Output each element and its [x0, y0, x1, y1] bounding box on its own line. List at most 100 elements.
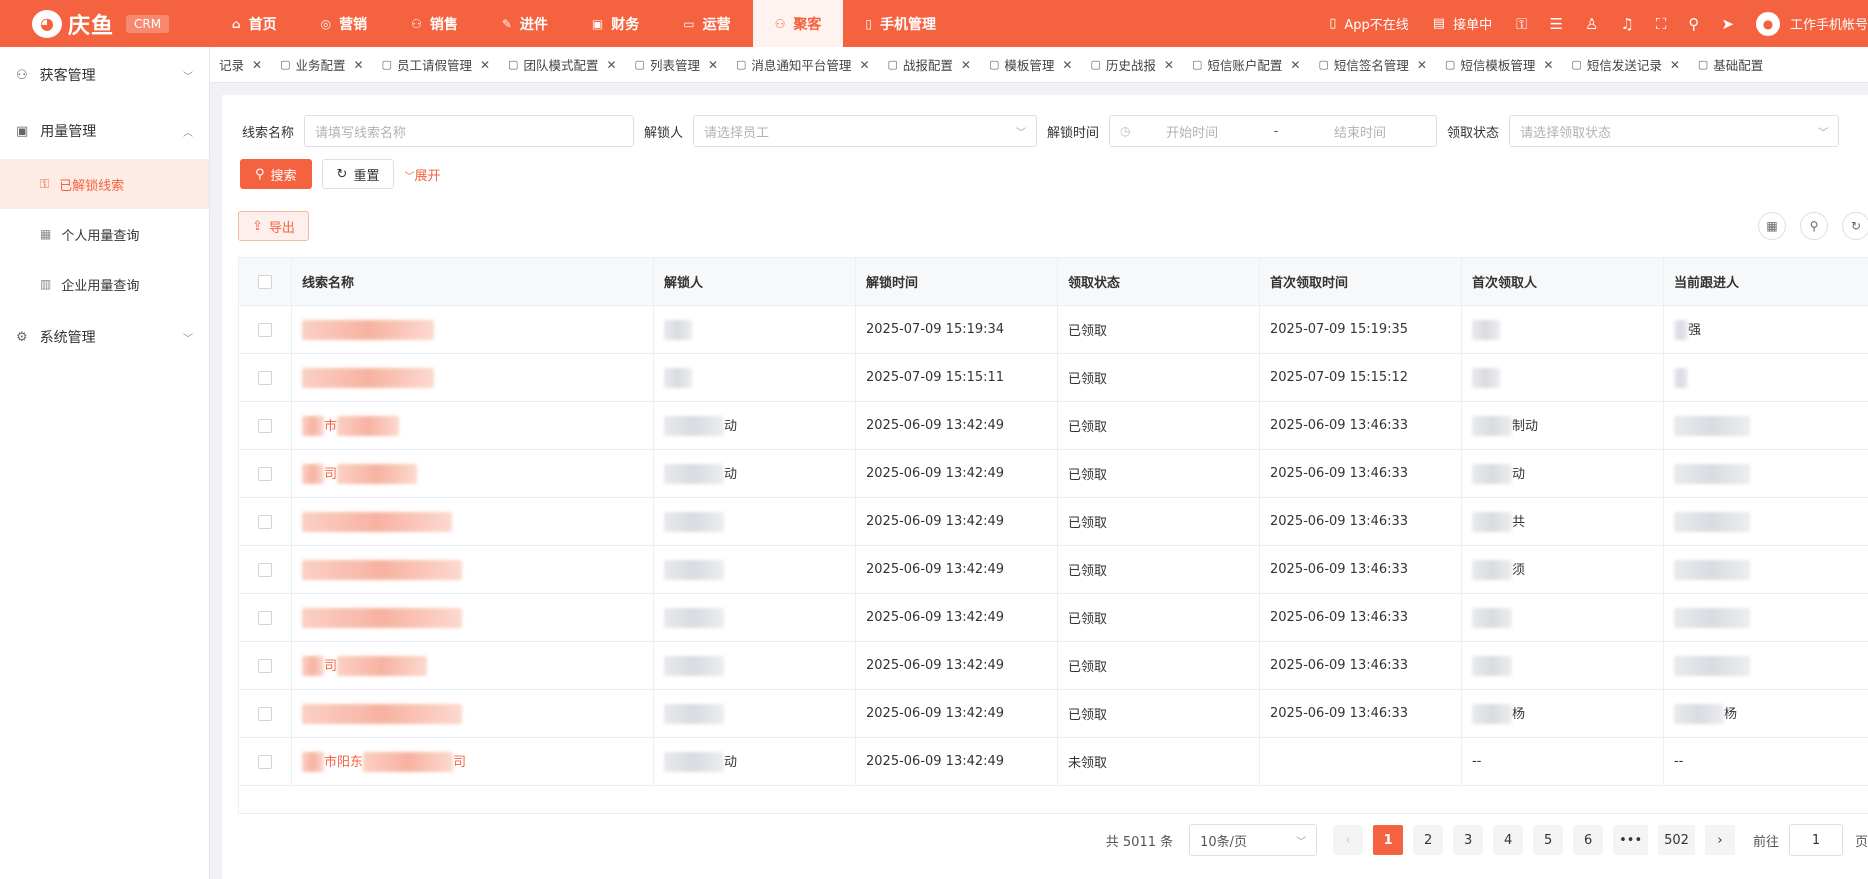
table-row[interactable]: 市阳东 司 动 2025-06-09 13:42:49 未领取 -- -- — [238, 737, 1868, 786]
row-checkbox[interactable] — [238, 353, 292, 402]
lead-name-cell[interactable]: 司 — [291, 449, 654, 498]
lead-name-cell[interactable]: 市阳东 司 — [291, 737, 654, 786]
page-button[interactable]: 2 — [1413, 825, 1444, 855]
close-icon[interactable]: ✕ — [1670, 58, 1680, 72]
close-icon[interactable]: ✕ — [354, 58, 364, 72]
row-checkbox[interactable] — [238, 449, 292, 498]
goto-page-input[interactable]: 1 — [1788, 824, 1843, 856]
claim-status-select[interactable]: 请选择领取状态 ﹀ — [1509, 115, 1840, 147]
page-button[interactable]: 502 — [1658, 825, 1695, 855]
search-icon[interactable]: ⚲ — [1800, 212, 1828, 240]
close-icon[interactable]: ✕ — [708, 58, 718, 72]
tab-10[interactable]: ▢ 短信签名管理 ✕ — [1309, 47, 1435, 82]
avatar[interactable]: ● — [1755, 11, 1780, 36]
table-row[interactable]: 司 2025-06-09 13:42:49 已领取 2025-06-09 13:46:… — [238, 641, 1868, 690]
table-row[interactable]: 2025-06-09 13:42:49 已领取 2025-06-09 13:46:3… — [238, 593, 1868, 642]
table-row[interactable]: 2025-06-09 13:42:49 已领取 2025-06-09 13:46:3… — [238, 689, 1868, 738]
account-name[interactable]: 工作手机帐号 — [1790, 14, 1868, 33]
close-icon[interactable]: ✕ — [1062, 58, 1072, 72]
tab-12[interactable]: ▢ 短信发送记录 ✕ — [1562, 47, 1688, 82]
nav-item-5[interactable]: ▭ 运营 — [661, 0, 752, 47]
tab-8[interactable]: ▢ 历史战报 ✕ — [1081, 47, 1182, 82]
lead-name-cell[interactable] — [291, 353, 654, 402]
send-icon[interactable]: ➤ — [1721, 15, 1734, 33]
nav-item-1[interactable]: ◎ 营销 — [299, 0, 389, 47]
column-header[interactable]: 首次领取人 — [1461, 257, 1664, 306]
close-icon[interactable]: ✕ — [252, 58, 262, 72]
bell-icon[interactable]: ♫ — [1620, 15, 1633, 33]
tab-7[interactable]: ▢ 模板管理 ✕ — [980, 47, 1081, 82]
row-checkbox[interactable] — [238, 641, 292, 690]
nav-item-3[interactable]: ✎ 进件 — [480, 0, 570, 47]
sidebar-item-unlocked-leads[interactable]: ⚿ 已解锁线索 — [0, 159, 209, 209]
reset-button[interactable]: ↻ 重置 — [321, 159, 395, 189]
tab-1[interactable]: ▢ 业务配置 ✕ — [271, 47, 372, 82]
search-icon[interactable]: ⚲ — [1688, 15, 1699, 33]
page-button[interactable]: 1 — [1373, 825, 1404, 855]
tab-6[interactable]: ▢ 战报配置 ✕ — [879, 47, 980, 82]
app-status[interactable]: ▯ App不在线 — [1329, 14, 1409, 33]
search-button[interactable]: ⚲ 搜索 — [240, 159, 312, 189]
shirt-icon[interactable]: ♙ — [1585, 15, 1598, 33]
close-icon[interactable]: ✕ — [480, 58, 490, 72]
lead-name-cell[interactable] — [291, 497, 654, 546]
table-row[interactable]: 2025-06-09 13:42:49 已领取 2025-06-09 13:46:3… — [238, 545, 1868, 594]
sidebar-group-acquisition[interactable]: ⚇ 获客管理 ﹀ — [0, 47, 209, 103]
close-icon[interactable]: ✕ — [1543, 58, 1553, 72]
tab-9[interactable]: ▢ 短信账户配置 ✕ — [1183, 47, 1309, 82]
page-button[interactable]: 5 — [1533, 825, 1564, 855]
page-button[interactable]: ••• — [1613, 825, 1649, 855]
tab-0[interactable]: 记录 ✕ — [210, 47, 271, 82]
sidebar-item-personal-usage[interactable]: ▦ 个人用量查询 — [0, 209, 209, 259]
table-row[interactable]: 2025-07-09 15:19:34 已领取 2025-07-09 15:19:3… — [238, 305, 1868, 354]
table-row[interactable]: 2025-06-09 13:42:49 已领取 2025-06-09 13:46:3… — [238, 497, 1868, 546]
nav-item-2[interactable]: ⚇ 销售 — [389, 0, 480, 47]
prev-page-button[interactable]: ‹ — [1333, 825, 1364, 855]
expand-button[interactable]: ﹀展开 — [404, 165, 440, 184]
table-row[interactable]: 司 动 2025-06-09 13:42:49 已领取 2025-06-09 13:46… — [238, 449, 1868, 498]
lead-name-cell[interactable] — [291, 593, 654, 642]
row-checkbox[interactable] — [238, 545, 292, 594]
start-time-placeholder[interactable]: 开始时间 — [1166, 122, 1218, 141]
column-header[interactable]: 线索名称 — [291, 257, 654, 306]
row-checkbox[interactable] — [238, 401, 292, 450]
unlock-time-range[interactable]: ◷ 开始时间 - 结束时间 — [1109, 115, 1438, 147]
tab-3[interactable]: ▢ 团队模式配置 ✕ — [499, 47, 625, 82]
lead-name-cell[interactable] — [291, 689, 654, 738]
row-checkbox[interactable] — [238, 497, 292, 546]
column-header[interactable]: 首次领取时间 — [1259, 257, 1462, 306]
table-row[interactable]: 市 动 2025-06-09 13:42:49 已领取 2025-06-09 13:46… — [238, 401, 1868, 450]
close-icon[interactable]: ✕ — [1290, 58, 1300, 72]
end-time-placeholder[interactable]: 结束时间 — [1334, 122, 1386, 141]
select-all-checkbox[interactable] — [238, 257, 292, 306]
close-icon[interactable]: ✕ — [859, 58, 869, 72]
close-icon[interactable]: ✕ — [606, 58, 616, 72]
nav-item-0[interactable]: ⌂ 首页 — [210, 0, 299, 47]
column-header[interactable]: 当前跟进人 — [1663, 257, 1868, 306]
fullscreen-icon[interactable]: ⛶ — [1656, 15, 1667, 33]
tab-4[interactable]: ▢ 列表管理 ✕ — [626, 47, 727, 82]
grid-icon[interactable]: ▦ — [1758, 212, 1786, 240]
row-checkbox[interactable] — [238, 737, 292, 786]
tab-11[interactable]: ▢ 短信模板管理 ✕ — [1436, 47, 1562, 82]
lead-name-input[interactable]: 请填写线索名称 — [304, 115, 635, 147]
column-header[interactable]: 解锁时间 — [855, 257, 1058, 306]
row-checkbox[interactable] — [238, 593, 292, 642]
refresh-icon[interactable]: ↻ — [1842, 212, 1868, 240]
row-checkbox[interactable] — [238, 689, 292, 738]
table-row[interactable]: 2025-07-09 15:15:11 已领取 2025-07-09 15:15:1… — [238, 353, 1868, 402]
nav-item-6[interactable]: ⚇ 聚客 — [752, 0, 844, 47]
export-button[interactable]: ⇪ 导出 — [238, 211, 309, 241]
page-button[interactable]: 3 — [1453, 825, 1484, 855]
column-header[interactable]: 领取状态 — [1057, 257, 1260, 306]
filter-list-icon[interactable]: ☰ — [1550, 15, 1563, 33]
sidebar-group-system[interactable]: ⚙ 系统管理 ﹀ — [0, 309, 209, 365]
order-status[interactable]: ▤ 接单中 — [1433, 14, 1492, 33]
page-button[interactable]: 4 — [1493, 825, 1524, 855]
page-size-select[interactable]: 10条/页 ﹀ — [1189, 824, 1318, 856]
tab-5[interactable]: ▢ 消息通知平台管理 ✕ — [727, 47, 878, 82]
close-icon[interactable]: ✕ — [1164, 58, 1174, 72]
nav-item-7[interactable]: ▯ 手机管理 — [843, 0, 958, 47]
lead-name-cell[interactable]: 市 — [291, 401, 654, 450]
lead-name-cell[interactable]: 司 — [291, 641, 654, 690]
